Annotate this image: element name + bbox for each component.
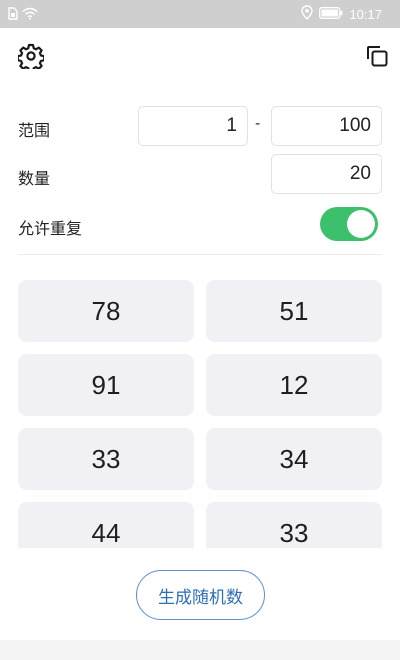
generate-button[interactable]: 生成随机数 [136, 570, 265, 620]
toggle-knob [347, 210, 375, 238]
result-cell[interactable]: 33 [206, 502, 382, 548]
top-toolbar [0, 36, 400, 84]
allow-repeat-toggle[interactable] [320, 207, 378, 241]
result-cell[interactable]: 34 [206, 428, 382, 490]
settings-button[interactable] [14, 41, 48, 75]
range-max-input[interactable] [271, 106, 382, 146]
result-cell[interactable]: 51 [206, 280, 382, 342]
bottom-strip [0, 640, 400, 660]
count-input[interactable] [271, 154, 382, 194]
copy-button[interactable] [360, 41, 394, 75]
count-label: 数量 [18, 169, 51, 188]
result-cell[interactable]: 78 [18, 280, 194, 342]
results-grid[interactable]: 78 51 91 12 33 34 44 33 [18, 280, 382, 548]
status-bar: 10:17 [0, 0, 400, 28]
range-label: 范围 [18, 121, 51, 140]
gear-icon [16, 43, 46, 73]
range-min-input[interactable] [138, 106, 248, 146]
result-cell[interactable]: 12 [206, 354, 382, 416]
wifi-icon [22, 5, 38, 24]
result-cell[interactable]: 33 [18, 428, 194, 490]
status-time: 10:17 [349, 6, 382, 22]
location-icon [301, 5, 314, 23]
copy-icon [365, 44, 389, 72]
result-cell[interactable]: 44 [18, 502, 194, 548]
battery-icon [319, 6, 343, 22]
divider [18, 254, 382, 255]
result-cell[interactable]: 91 [18, 354, 194, 416]
allow-repeat-label: 允许重复 [18, 219, 83, 238]
status-left-icons [8, 6, 38, 22]
range-separator: - [255, 115, 261, 132]
status-right-area: 10:17 [301, 5, 382, 23]
sim-icon [8, 5, 18, 24]
